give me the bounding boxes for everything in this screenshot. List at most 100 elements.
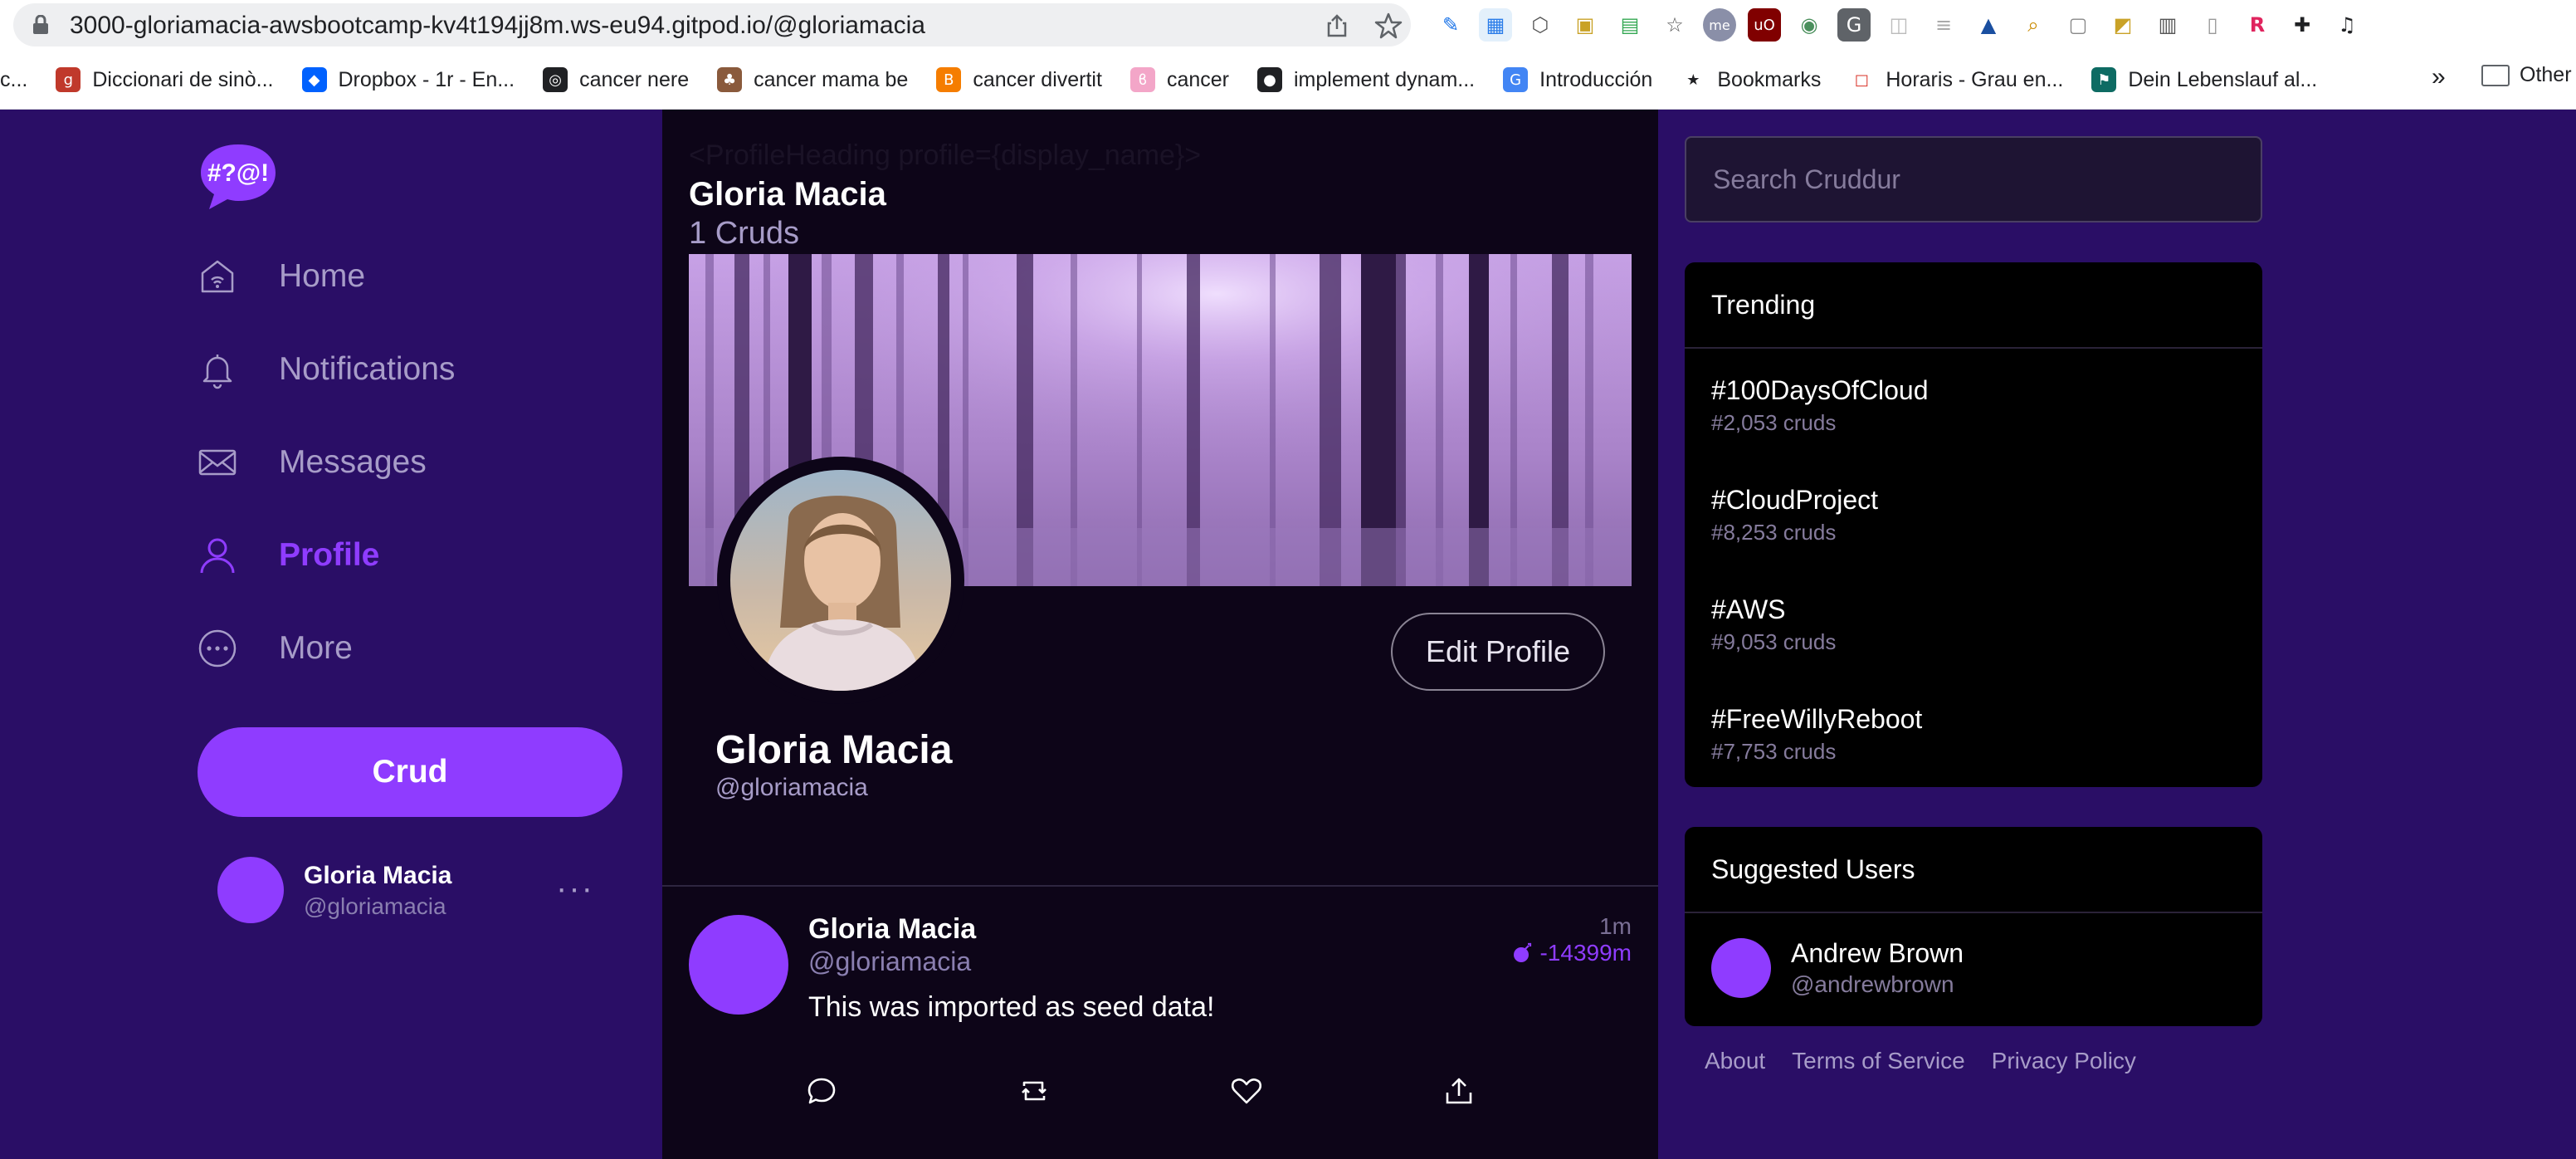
current-user-more-button[interactable]: ··· [556,870,594,907]
puzzle-icon[interactable]: ✚ [2286,8,2319,42]
like-icon[interactable] [1230,1074,1263,1108]
ublock-icon[interactable]: uO [1748,8,1781,42]
bookmark-label: cancer nere [579,67,690,91]
post-author-handle: @gloriamacia [808,946,972,976]
google-icon: G [1503,67,1529,92]
bookmark-item[interactable]: ◎ cancer nere [543,67,689,92]
star-icon[interactable]: ☆ [1658,8,1691,42]
address-bar[interactable]: 3000-gloriamacia-awsbootcamp-kv4t194jj8m… [13,3,1411,46]
bookmark-label: Bookmarks [1717,67,1822,91]
extensions-area: ✎ ▦ ⬡ ▣ ▤ ☆ me uO ◉ G ◫ ≡ ▲ ⌕ ▢ ◩ ▥ ▯ R … [1434,8,2364,42]
other-bookmarks-label: Other [2520,63,2572,86]
text-icon[interactable]: ≡ [1927,8,1960,42]
media-icon[interactable]: ♫ [2330,8,2364,42]
bookmark-item[interactable]: ◆ Dropbox - 1r - En... [301,67,515,92]
bookmark-item[interactable]: g Diccionari de sinò... [56,67,274,92]
crud-button[interactable]: Crud [198,727,622,817]
footer-terms-link[interactable]: Terms of Service [1792,1048,1965,1074]
bookmark-item[interactable]: □ Horaris - Grau en... [1849,67,2063,92]
bookmark-item[interactable]: ϐ cancer [1129,67,1229,92]
more-circle-icon [196,627,239,670]
trend-item[interactable]: #FreeWillyReboot #7,753 cruds [1685,677,2262,787]
bookmark-star-icon[interactable] [1374,12,1403,40]
nav-home[interactable]: Home [196,247,365,306]
doc-icon[interactable]: ▢ [2061,8,2095,42]
grad-cap-icon[interactable]: ▲ [1972,8,2005,42]
blogger-icon: B [936,67,962,92]
browser-toolbar: 3000-gloriamacia-awsbootcamp-kv4t194jj8m… [0,0,2576,50]
post-timestamp: 1m [1599,913,1632,939]
hexagon-icon[interactable]: ⬡ [1524,8,1557,42]
suggested-user-avatar[interactable] [1711,938,1771,998]
page-icon[interactable]: ▯ [2196,8,2229,42]
footer-privacy-link[interactable]: Privacy Policy [1992,1048,2136,1074]
bookmark-label: Introducción [1539,67,1653,91]
activity-item[interactable]: Gloria Macia @gloriamacia 1m -14399m Thi… [662,887,1658,1136]
trend-item[interactable]: #AWS #9,053 cruds [1685,568,2262,677]
window-icon[interactable]: ▦ [1479,8,1512,42]
trend-item[interactable]: #CloudProject #8,253 cruds [1685,458,2262,568]
logo-text: #?@! [207,159,269,187]
post-author-name[interactable]: Gloria Macia [808,913,976,946]
bookmark-item[interactable]: ⚑ Dein Lebenslauf al... [2091,67,2317,92]
dropbox-icon: ◆ [301,67,327,92]
trend-tag: #100DaysOfCloud [1711,375,1929,405]
pen-icon[interactable]: ✎ [1434,8,1467,42]
profile-handle: @gloriamacia [715,774,868,801]
envelope-icon [196,441,239,484]
lock-icon[interactable] [32,15,50,35]
square-icon: □ [1854,71,1869,89]
github-icon: ● [1256,67,1282,92]
trending-panel: Trending #100DaysOfCloud #2,053 cruds #C… [1685,262,2262,787]
nav-messages[interactable]: Messages [196,433,427,491]
profile-feed-column: <ProfileHeading profile={display_name}> … [662,110,1658,1159]
bookmark-label: Dropbox - 1r - En... [338,67,515,91]
profile-photo [730,470,951,691]
r-icon[interactable]: R [2241,8,2274,42]
nav-home-label: Home [279,258,366,294]
nav-notifications[interactable]: Notifications [196,340,455,399]
trend-item[interactable]: #100DaysOfCloud #2,053 cruds [1685,349,2262,458]
edit-profile-button[interactable]: Edit Profile [1391,613,1605,691]
image-icon[interactable]: ▣ [1569,8,1602,42]
header-cruds-count: 1 Cruds [689,216,800,251]
share-icon[interactable] [1442,1074,1476,1108]
footer-about-link[interactable]: About [1705,1048,1765,1074]
nav-more[interactable]: More [196,619,353,677]
me-icon[interactable]: me [1703,8,1736,42]
g-icon[interactable]: G [1837,8,1871,42]
repost-icon[interactable] [1017,1074,1051,1108]
search-doc-icon[interactable]: ⌕ [2017,8,2050,42]
puzzle-light-icon[interactable]: ◫ [1882,8,1915,42]
url-text[interactable]: 3000-gloriamacia-awsbootcamp-kv4t194jj8m… [70,12,925,40]
bookmark-label: Dein Lebenslauf al... [2128,67,2318,91]
bookmark-item[interactable]: ● implement dynam... [1256,67,1475,92]
bell-icon [196,348,239,391]
cruddur-logo[interactable]: #?@! [198,141,279,213]
post-avatar[interactable] [689,915,788,1015]
current-user-avatar[interactable] [217,857,284,923]
bookmark-item[interactable]: Bcancer divertit [936,67,1102,92]
globe-icon[interactable]: ◉ [1793,8,1826,42]
nav-messages-label: Messages [279,444,427,480]
gencat-icon: g [56,67,81,92]
nav-notifications-label: Notifications [279,351,456,387]
nav-profile[interactable]: Profile [196,526,379,584]
printer-icon[interactable]: ▤ [1613,8,1647,42]
home-icon [196,255,239,298]
other-bookmarks-folder[interactable]: Other [2481,63,2572,87]
suggested-user[interactable]: Andrew Brown @andrewbrown [1685,913,2262,1026]
reply-icon[interactable] [805,1074,838,1108]
share-page-icon[interactable] [1325,13,1349,38]
bookmark-item[interactable]: c... [0,68,27,92]
profile-avatar[interactable] [717,457,964,704]
suggested-users-title: Suggested Users [1685,827,2262,913]
bookmark-item[interactable]: ★ Bookmarks [1681,67,1821,92]
bookmarks-overflow-button[interactable]: » [2432,63,2446,91]
bell-doc-icon[interactable]: ◩ [2106,8,2139,42]
search-input[interactable] [1685,136,2262,223]
bookmark-item[interactable]: ♣ cancer mama be [717,67,908,92]
grid-icon[interactable]: ▥ [2151,8,2184,42]
current-user-name: Gloria Macia [304,862,452,889]
bookmark-item[interactable]: G Introducción [1503,67,1652,92]
